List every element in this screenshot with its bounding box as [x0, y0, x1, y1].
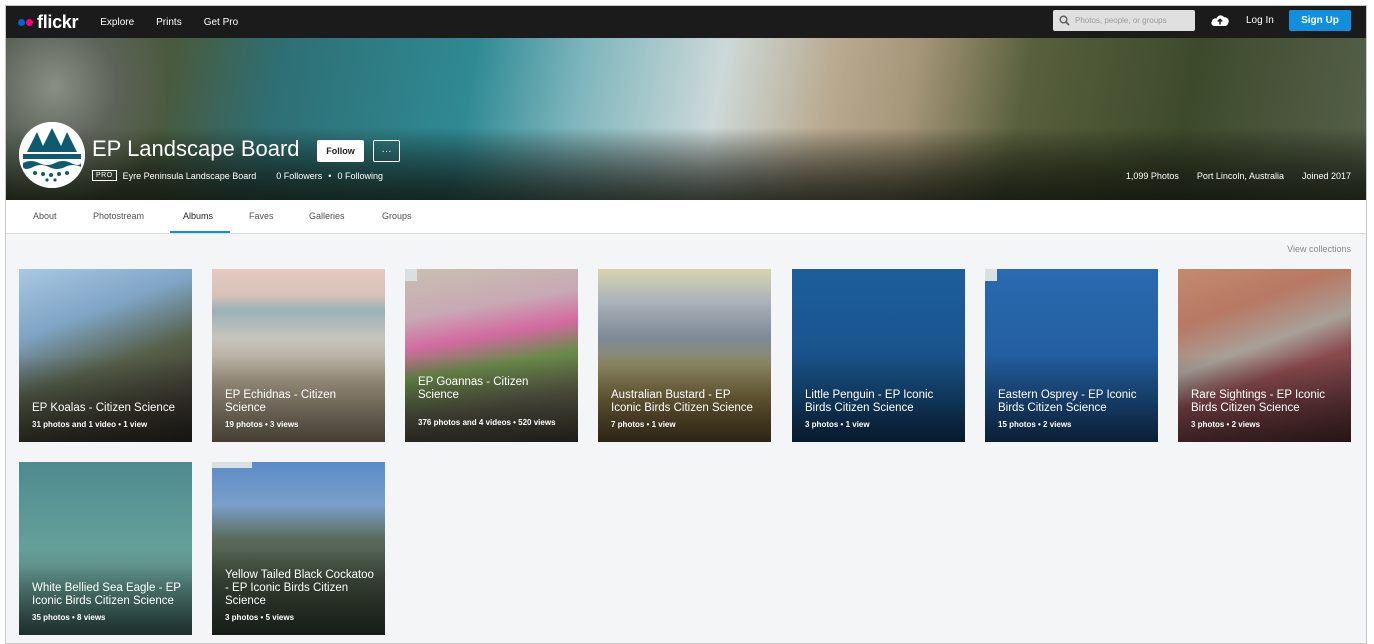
- album-title: Little Penguin - EP Iconic Birds Citizen…: [805, 389, 934, 414]
- cover-photo: EP Landscape Board Follow ··· PRO Eyre P…: [6, 38, 1366, 200]
- album-title: EP Goannas - Citizen Science: [418, 376, 529, 401]
- nav-explore-link[interactable]: Explore: [100, 17, 134, 28]
- album-title: Eastern Osprey - EP Iconic Birds Citizen…: [998, 389, 1137, 414]
- following-count[interactable]: 0 Following: [337, 171, 383, 181]
- album-meta: 3 photos • 1 view: [805, 420, 870, 429]
- album-meta: 19 photos • 3 views: [225, 420, 299, 429]
- joined-date: Joined 2017: [1301, 171, 1351, 181]
- pro-badge: PRO: [92, 170, 117, 181]
- album-shade: [19, 269, 192, 442]
- album-meta: 31 photos and 1 video • 1 view: [32, 420, 148, 429]
- album-shade: [19, 462, 192, 635]
- tab-faves[interactable]: Faves: [249, 211, 274, 221]
- album-title: EP Echidnas - Citizen Science: [225, 389, 337, 414]
- profile-name: EP Landscape Board: [92, 136, 300, 161]
- top-navbar: flickr Explore Prints Get Pro Photos, pe…: [6, 6, 1366, 38]
- logo-pink-dot: [26, 18, 33, 26]
- tab-about[interactable]: About: [33, 211, 57, 221]
- album-meta: 376 photos and 4 videos • 520 views: [418, 418, 556, 427]
- logo-wordmark: flickr: [37, 11, 79, 32]
- album-title: EP Koalas - Citizen Science: [32, 402, 175, 414]
- main-nav-links: Explore Prints Get Pro: [100, 17, 260, 28]
- album-shade: [598, 269, 771, 442]
- follow-button[interactable]: Follow: [317, 140, 364, 162]
- login-link[interactable]: Log In: [1246, 15, 1274, 26]
- profile-real-name: Eyre Peninsula Landscape Board: [122, 170, 257, 181]
- more-options-button[interactable]: ···: [373, 140, 400, 162]
- photos-count: 1,099 Photos: [1125, 171, 1179, 181]
- search-input[interactable]: Photos, people, or groups: [1053, 10, 1195, 31]
- album-shade: [1178, 269, 1351, 442]
- album-meta: 3 photos • 5 views: [225, 613, 295, 622]
- album-title: Yellow Tailed Black Cockatoo - EP Iconic…: [225, 569, 374, 607]
- album-shade: [792, 269, 965, 442]
- tab-galleries[interactable]: Galleries: [309, 211, 345, 221]
- signup-button[interactable]: Sign Up: [1289, 10, 1351, 31]
- album-meta: 15 photos • 2 views: [998, 420, 1072, 429]
- tab-albums[interactable]: Albums: [183, 211, 213, 221]
- album-card[interactable]: Rare Sightings - EP Iconic Birds Citizen…: [1178, 269, 1351, 442]
- album-title: Rare Sightings - EP Iconic Birds Citizen…: [1191, 389, 1326, 414]
- album-card[interactable]: Australian Bustard - EP Iconic Birds Cit…: [598, 269, 771, 442]
- active-tab-underline: [170, 231, 230, 233]
- follow-separator: •: [328, 170, 332, 181]
- view-collections-link[interactable]: View collections: [1287, 244, 1351, 254]
- flickr-logo[interactable]: flickr: [18, 11, 79, 33]
- tab-groups[interactable]: Groups: [382, 211, 412, 221]
- album-card[interactable]: Yellow Tailed Black Cockatoo - EP Iconic…: [212, 462, 385, 635]
- album-card[interactable]: EP Echidnas - Citizen Science 19 photos …: [212, 269, 385, 442]
- album-shade: [212, 269, 385, 442]
- album-card[interactable]: EP Goannas - Citizen Science 376 photos …: [405, 269, 578, 442]
- page-frame: flickr Explore Prints Get Pro Photos, pe…: [5, 5, 1367, 644]
- nav-prints-link[interactable]: Prints: [156, 17, 182, 28]
- logo-blue-dot: [18, 18, 25, 26]
- profile-subline: PRO Eyre Peninsula Landscape Board 0 Fol…: [92, 170, 383, 181]
- landscape-board-logo-icon: [19, 122, 85, 188]
- profile-tabs: About Photostream Albums Faves Galleries…: [6, 200, 1366, 234]
- album-shade: [985, 269, 1158, 442]
- nav-getpro-link[interactable]: Get Pro: [204, 17, 238, 28]
- album-meta: 35 photos • 8 views: [32, 613, 106, 622]
- avatar[interactable]: [19, 122, 85, 188]
- album-card[interactable]: EP Koalas - Citizen Science 31 photos an…: [19, 269, 192, 442]
- followers-count[interactable]: 0 Followers: [276, 171, 322, 181]
- album-card[interactable]: Eastern Osprey - EP Iconic Birds Citizen…: [985, 269, 1158, 442]
- album-title: Australian Bustard - EP Iconic Birds Cit…: [611, 389, 753, 414]
- search-icon: [1059, 15, 1070, 26]
- album-card[interactable]: White Bellied Sea Eagle - EP Iconic Bird…: [19, 462, 192, 635]
- upload-cloud-icon[interactable]: [1210, 13, 1230, 27]
- profile-stats: 1,099 Photos Port Lincoln, Australia Joi…: [1108, 171, 1351, 181]
- album-meta: 7 photos • 1 view: [611, 420, 676, 429]
- album-card[interactable]: Little Penguin - EP Iconic Birds Citizen…: [792, 269, 965, 442]
- album-title: White Bellied Sea Eagle - EP Iconic Bird…: [32, 582, 181, 607]
- album-meta: 3 photos • 2 views: [1191, 420, 1261, 429]
- album-shade: [212, 462, 385, 635]
- tab-photostream[interactable]: Photostream: [93, 211, 144, 221]
- search-placeholder: Photos, people, or groups: [1075, 16, 1167, 25]
- profile-location: Port Lincoln, Australia: [1196, 171, 1284, 181]
